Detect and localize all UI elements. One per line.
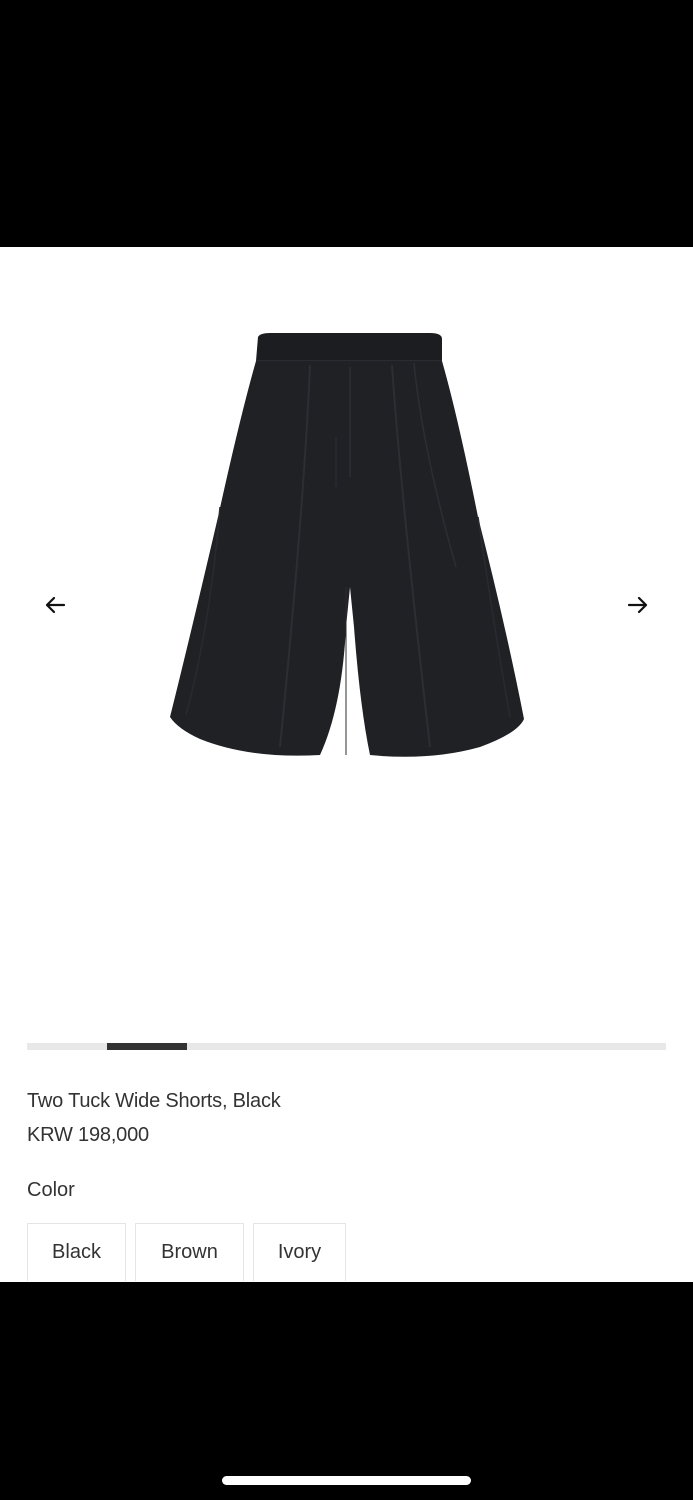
arrow-left-icon xyxy=(45,596,66,614)
status-bar-area xyxy=(0,0,693,247)
bottom-bar-area xyxy=(0,1282,693,1500)
arrow-right-icon xyxy=(627,596,648,614)
home-indicator[interactable] xyxy=(222,1476,471,1485)
shorts-product-image xyxy=(170,333,524,757)
color-option-ivory[interactable]: Ivory xyxy=(253,1223,346,1281)
product-page: Two Tuck Wide Shorts, Black KRW 198,000 … xyxy=(0,247,693,1282)
color-section-label: Color xyxy=(27,1179,75,1201)
color-option-black[interactable]: Black xyxy=(27,1223,126,1281)
gallery-progress-bar xyxy=(27,1043,666,1050)
product-price: KRW 198,000 xyxy=(27,1124,149,1146)
color-option-brown[interactable]: Brown xyxy=(135,1223,244,1281)
gallery-progress-indicator xyxy=(106,1043,187,1050)
next-image-button[interactable] xyxy=(620,587,656,623)
image-gallery[interactable] xyxy=(0,247,693,1017)
product-title: Two Tuck Wide Shorts, Black xyxy=(27,1090,281,1112)
color-options: Black Brown Ivory xyxy=(27,1223,355,1281)
previous-image-button[interactable] xyxy=(37,587,73,623)
